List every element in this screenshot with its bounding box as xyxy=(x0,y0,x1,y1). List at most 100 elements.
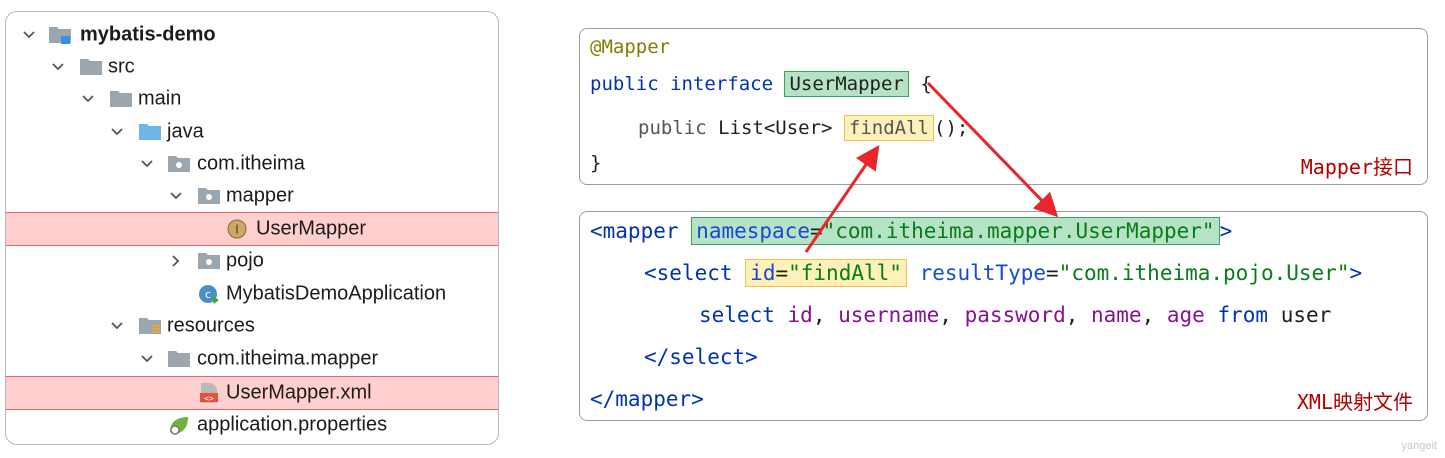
svg-text:I: I xyxy=(235,223,239,237)
xml-file-icon: <> xyxy=(197,382,221,404)
module-folder-icon xyxy=(48,24,72,46)
mapper-interface-code-box: @Mapper public interface UserMapper { pu… xyxy=(579,28,1428,185)
folder-icon xyxy=(79,56,103,78)
tree-item-label: UserMapper xyxy=(256,217,367,240)
select-close-line: </select> xyxy=(644,342,758,372)
xml-mapper-code-box: <mapper namespace="com.itheima.mapper.Us… xyxy=(579,211,1428,421)
package-icon xyxy=(197,250,221,272)
package-icon xyxy=(167,153,191,175)
mapper-annotation: @Mapper xyxy=(590,36,671,58)
sql-column-id: id xyxy=(787,303,813,327)
sql-comma: , xyxy=(1141,303,1167,327)
tree-item-src[interactable]: src xyxy=(6,51,498,83)
tree-item-pojo[interactable]: pojo xyxy=(6,245,498,277)
mapper-open-tag: <mapper xyxy=(590,219,679,243)
select-id-attr: id xyxy=(750,261,776,285)
tree-item-label: main xyxy=(138,87,182,110)
resources-folder-icon xyxy=(138,315,162,337)
result-type-attr: resultType xyxy=(919,261,1047,285)
folder-icon xyxy=(109,88,133,110)
mapper-interface-caption: Mapper接口 xyxy=(1300,155,1413,179)
close-brace-line: } xyxy=(590,149,601,177)
tree-item-mybatisdemoapplication[interactable]: c MybatisDemoApplication xyxy=(6,278,498,310)
tree-item-label: mybatis-demo xyxy=(80,23,216,46)
select-open-tag: <select xyxy=(644,261,733,285)
select-id-highlight: id="findAll" xyxy=(745,259,907,287)
close-brace: } xyxy=(590,152,602,174)
mapper-open-line: <mapper namespace="com.itheima.mapper.Us… xyxy=(590,216,1232,246)
tree-item-label: UserMapper.xml xyxy=(226,381,372,404)
interface-icon: I xyxy=(225,218,249,240)
select-open-line: <select id="findAll" resultType="com.ith… xyxy=(644,258,1362,288)
tree-item-label: application.properties xyxy=(197,413,388,436)
chevron-right-icon[interactable] xyxy=(168,253,184,269)
namespace-attr: namespace xyxy=(696,219,810,243)
mapper-close-line: </mapper> xyxy=(590,384,704,414)
chevron-down-icon[interactable] xyxy=(21,27,37,43)
sql-column-name: name xyxy=(1091,303,1142,327)
sql-column-password: password xyxy=(964,303,1066,327)
result-type-value: "com.itheima.pojo.User" xyxy=(1058,261,1350,285)
chevron-down-icon[interactable] xyxy=(168,188,184,204)
tree-item-usermapper[interactable]: I UserMapper xyxy=(6,212,498,246)
select-close-tag: </select> xyxy=(644,345,758,369)
tree-item-main[interactable]: main xyxy=(6,83,498,115)
svg-text:c: c xyxy=(205,288,211,301)
chevron-down-icon[interactable] xyxy=(139,156,155,172)
spring-app-icon: c xyxy=(197,283,221,305)
namespace-highlight: namespace="com.itheima.mapper.UserMapper… xyxy=(691,217,1220,245)
chevron-down-icon[interactable] xyxy=(139,351,155,367)
sql-comma: , xyxy=(1065,303,1092,327)
chevron-down-icon[interactable] xyxy=(109,318,125,334)
select-id-eq: = xyxy=(775,261,789,285)
chevron-down-icon[interactable] xyxy=(50,59,66,75)
sql-from-keyword: from xyxy=(1217,303,1269,327)
sql-line: select id, username, password, name, age… xyxy=(699,300,1331,330)
tree-item-application-properties[interactable]: application.properties xyxy=(6,409,498,441)
source-folder-icon xyxy=(138,121,162,143)
tree-item-mapper[interactable]: mapper xyxy=(6,180,498,212)
package-icon xyxy=(197,185,221,207)
mapper-open-end: > xyxy=(1219,219,1233,243)
tree-item-label: pojo xyxy=(226,249,264,272)
tree-item-com-itheima-mapper[interactable]: com.itheima.mapper xyxy=(6,343,498,375)
namespace-eq: = xyxy=(809,219,823,243)
tree-item-com-itheima[interactable]: com.itheima xyxy=(6,148,498,180)
tree-item-label: resources xyxy=(167,314,255,337)
mapper-close-tag: </mapper> xyxy=(590,387,704,411)
method-tail: (); xyxy=(934,117,969,139)
chevron-down-icon[interactable] xyxy=(80,91,96,107)
select-id-value: "findAll" xyxy=(788,261,902,285)
select-open-end: > xyxy=(1349,261,1363,285)
tree-item-label: src xyxy=(108,55,135,78)
tree-item-label: com.itheima xyxy=(197,152,305,175)
sql-column-age: age xyxy=(1166,303,1205,327)
public-interface-keywords: public interface xyxy=(590,73,774,95)
watermark: yangeit xyxy=(1401,440,1437,452)
properties-file-icon xyxy=(167,414,191,436)
xml-mapper-caption: XML映射文件 xyxy=(1296,390,1413,414)
svg-text:<>: <> xyxy=(204,394,214,403)
sql-select-keyword: select xyxy=(699,303,775,327)
tree-item-usermapper-xml[interactable]: <> UserMapper.xml xyxy=(6,376,498,410)
chevron-down-icon[interactable] xyxy=(109,124,125,140)
method-return-type: List<User> xyxy=(706,117,844,139)
method-public-keyword: public xyxy=(638,117,707,139)
tree-item-mybatis-demo[interactable]: mybatis-demo xyxy=(6,19,498,51)
folder-icon xyxy=(167,348,191,370)
tree-item-label: MybatisDemoApplication xyxy=(226,282,447,305)
interface-name-highlight: UserMapper xyxy=(784,71,909,97)
method-name-highlight: findAll xyxy=(843,115,934,141)
sql-column-username: username xyxy=(838,303,940,327)
project-tree-panel: mybatis-demo src main java com.itheima m… xyxy=(5,11,499,445)
method-line: public List<User> findAll (); xyxy=(638,114,968,142)
namespace-value: "com.itheima.mapper.UserMapper" xyxy=(822,219,1215,243)
tree-item-java[interactable]: java xyxy=(6,116,498,148)
tree-item-label: mapper xyxy=(226,184,294,207)
sql-comma: , xyxy=(812,303,839,327)
result-type-eq: = xyxy=(1046,261,1059,285)
interface-declaration-line: public interface UserMapper { xyxy=(590,70,932,98)
tree-item-label: com.itheima.mapper xyxy=(197,347,379,370)
tree-item-resources[interactable]: resources xyxy=(6,310,498,342)
sql-comma: , xyxy=(939,303,965,327)
